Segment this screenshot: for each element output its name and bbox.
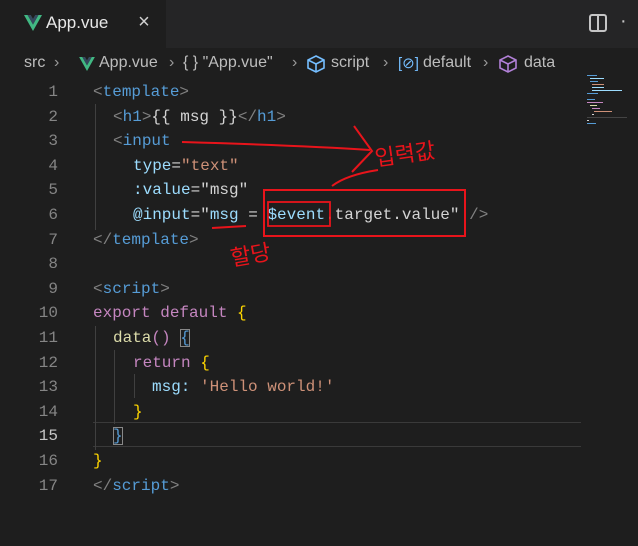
chevron-right-icon: › xyxy=(169,54,175,71)
close-icon[interactable]: × xyxy=(133,11,155,34)
code-line: 4 type="text" xyxy=(48,156,239,175)
split-editor-icon[interactable] xyxy=(589,14,607,32)
code-line: 5 :value="msg" xyxy=(48,181,249,200)
tab-app-vue[interactable]: App.vue × xyxy=(0,0,166,48)
vue-icon xyxy=(24,15,42,31)
code-line: 14 } xyxy=(38,402,143,421)
breadcrumb-script[interactable]: script xyxy=(331,54,369,72)
tab-bar: App.vue × · xyxy=(0,0,638,48)
tab-label: App.vue xyxy=(46,13,109,32)
code-line: 15 } xyxy=(38,427,123,446)
code-line: 13 msg: 'Hello world!' xyxy=(38,378,335,397)
breadcrumb-src[interactable]: src xyxy=(24,54,45,72)
code-line: 1 <template> xyxy=(48,83,190,101)
code-line: 16 } xyxy=(38,452,103,470)
vue-icon xyxy=(79,57,95,71)
breadcrumb-file[interactable]: App.vue xyxy=(99,54,158,72)
cube-icon xyxy=(499,55,517,73)
code-line: 17 </script> xyxy=(38,476,180,495)
code-line: 7 </template> xyxy=(48,230,199,249)
chevron-right-icon: › xyxy=(292,54,298,71)
breadcrumb: src › App.vue › { } "App.vue" › script ›… xyxy=(0,50,638,78)
cube-icon xyxy=(307,55,325,73)
code-line: 3 <input xyxy=(48,132,171,151)
code-line: 10 export default { xyxy=(38,304,247,323)
chevron-right-icon: › xyxy=(54,54,60,71)
chevron-right-icon: › xyxy=(383,54,389,71)
breadcrumb-default[interactable]: default xyxy=(423,54,471,72)
breadcrumb-component[interactable]: { } "App.vue" xyxy=(183,54,273,72)
code-line: 12 return { xyxy=(38,353,210,372)
code-line: 2 <h1>{{ msg }}</h1> xyxy=(48,107,286,126)
breadcrumb-data[interactable]: data xyxy=(524,54,555,72)
chevron-right-icon: › xyxy=(483,54,489,71)
code-editor[interactable]: 1 <template> 2 <h1>{{ msg }}</h1> 3 <inp… xyxy=(0,80,638,529)
more-actions-icon[interactable]: · xyxy=(620,10,628,33)
code-line: 6 @input="msg = $event.target.value" /> xyxy=(48,206,489,224)
code-line: 9 <script> xyxy=(48,279,170,298)
code-line: 8 xyxy=(48,255,58,274)
code-line: 11 data() { xyxy=(38,329,190,347)
object-icon: [⊘] xyxy=(398,55,419,72)
